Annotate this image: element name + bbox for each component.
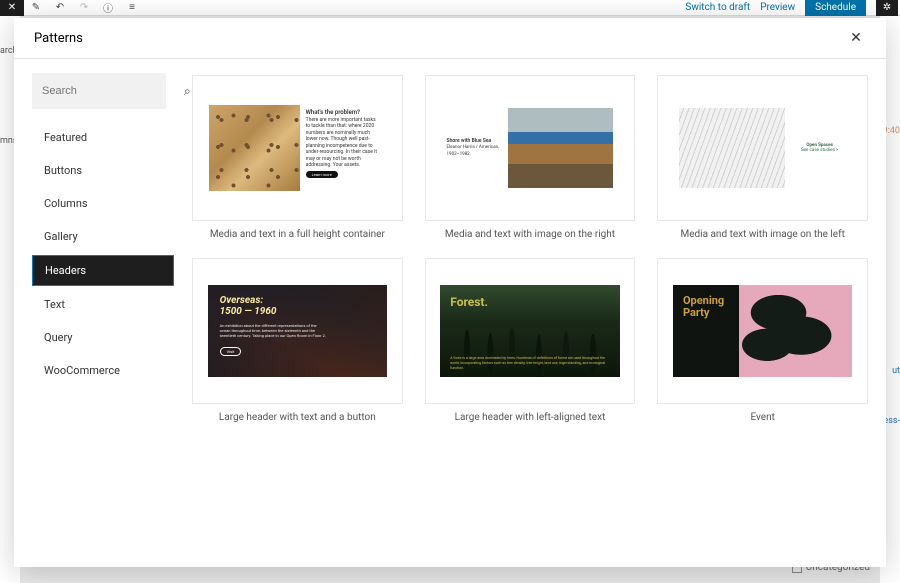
modal-body: ⌕ Featured Buttons Columns Gallery Heade… xyxy=(14,59,886,567)
pattern-card[interactable]: Open Spaces See case studies > Media and… xyxy=(657,75,868,240)
editor-right-tools: Switch to draft Preview Schedule ✲ xyxy=(685,0,900,16)
pattern-heading: Forest. xyxy=(450,295,488,309)
pattern-caption: Media and text with image on the left xyxy=(657,229,868,240)
pattern-card[interactable]: Forest. A fores is a large area dominate… xyxy=(425,258,636,423)
preview-link[interactable]: Preview xyxy=(760,2,795,13)
pattern-body: See case studies > xyxy=(801,148,838,153)
pattern-heading: What's the problem? xyxy=(306,109,360,116)
pattern-cta-button: Learn more xyxy=(306,171,338,178)
search-box[interactable]: ⌕ xyxy=(32,73,166,109)
pattern-card[interactable]: Opening Party Event xyxy=(657,258,868,423)
switch-to-draft-link[interactable]: Switch to draft xyxy=(685,2,750,13)
pattern-body: Eleanor Harris / American, 1903–1982. xyxy=(447,145,499,156)
category-woocommerce[interactable]: WooCommerce xyxy=(32,356,174,385)
pattern-heading: Shore with Blue Sea xyxy=(447,138,492,144)
pattern-body: A fores is a large area dominated by tre… xyxy=(450,356,609,371)
redo-icon[interactable]: ↷ xyxy=(72,0,96,16)
category-featured[interactable]: Featured xyxy=(32,123,174,152)
pattern-caption: Large header with left-aligned text xyxy=(425,412,636,423)
pattern-caption: Media and text in a full height containe… xyxy=(192,229,403,240)
patterns-modal: Patterns ✕ ⌕ Featured Buttons Columns Ga… xyxy=(14,18,886,567)
pattern-body: An exhibition about the different repres… xyxy=(220,323,329,338)
editor-left-tools: ✕ ✎ ↶ ↷ ⓘ ≡ xyxy=(0,0,144,16)
patterns-sidebar: ⌕ Featured Buttons Columns Gallery Heade… xyxy=(14,59,174,567)
undo-icon[interactable]: ↶ xyxy=(48,0,72,16)
patterns-grid: What's the problem? There are more impor… xyxy=(192,75,868,423)
pattern-card[interactable]: Overseas: 1500 — 1960 An exhibition abou… xyxy=(192,258,403,423)
landscape-painting-image xyxy=(508,108,614,187)
schedule-button[interactable]: Schedule xyxy=(805,0,866,16)
outline-icon[interactable]: ≡ xyxy=(120,0,144,16)
close-icon[interactable]: ✕ xyxy=(0,0,24,16)
pattern-heading: Opening Party xyxy=(683,295,729,319)
plant-image xyxy=(739,285,853,377)
category-headers[interactable]: Headers xyxy=(32,255,174,286)
pattern-caption: Media and text with image on the right xyxy=(425,229,636,240)
edit-icon[interactable]: ✎ xyxy=(24,0,48,16)
cracked-earth-image xyxy=(209,105,300,191)
pattern-card[interactable]: Shore with Blue Sea Eleanor Harris / Ame… xyxy=(425,75,636,240)
pattern-thumbnail: Overseas: 1500 — 1960 An exhibition abou… xyxy=(192,258,403,404)
pattern-thumbnail: Opening Party xyxy=(657,258,868,404)
patterns-grid-panel: What's the problem? There are more impor… xyxy=(174,59,886,567)
pattern-cta-button: Visit xyxy=(220,347,242,356)
modal-close-button[interactable]: ✕ xyxy=(846,28,866,48)
wavy-lines-image xyxy=(679,108,785,187)
category-gallery[interactable]: Gallery xyxy=(32,222,174,251)
pattern-body: There are more important tasks to tackle… xyxy=(306,117,377,169)
modal-title: Patterns xyxy=(34,31,83,46)
settings-gear-icon[interactable]: ✲ xyxy=(876,0,898,16)
modal-header: Patterns ✕ xyxy=(14,18,886,59)
category-text[interactable]: Text xyxy=(32,290,174,319)
pattern-heading: Overseas: 1500 — 1960 xyxy=(220,295,375,317)
pattern-thumbnail: Forest. A fores is a large area dominate… xyxy=(425,258,636,404)
category-list: Featured Buttons Columns Gallery Headers… xyxy=(32,123,174,385)
category-buttons[interactable]: Buttons xyxy=(32,156,174,185)
pattern-caption: Large header with text and a button xyxy=(192,412,403,423)
pattern-thumbnail: Open Spaces See case studies > xyxy=(657,75,868,221)
pattern-card[interactable]: What's the problem? There are more impor… xyxy=(192,75,403,240)
info-icon[interactable]: ⓘ xyxy=(96,0,120,16)
category-query[interactable]: Query xyxy=(32,323,174,352)
pattern-thumbnail: What's the problem? There are more impor… xyxy=(192,75,403,221)
pattern-thumbnail: Shore with Blue Sea Eleanor Harris / Ame… xyxy=(425,75,636,221)
editor-topbar: ✕ ✎ ↶ ↷ ⓘ ≡ Switch to draft Preview Sche… xyxy=(0,0,900,16)
category-columns[interactable]: Columns xyxy=(32,189,174,218)
search-input[interactable] xyxy=(42,85,184,97)
pattern-caption: Event xyxy=(657,412,868,423)
